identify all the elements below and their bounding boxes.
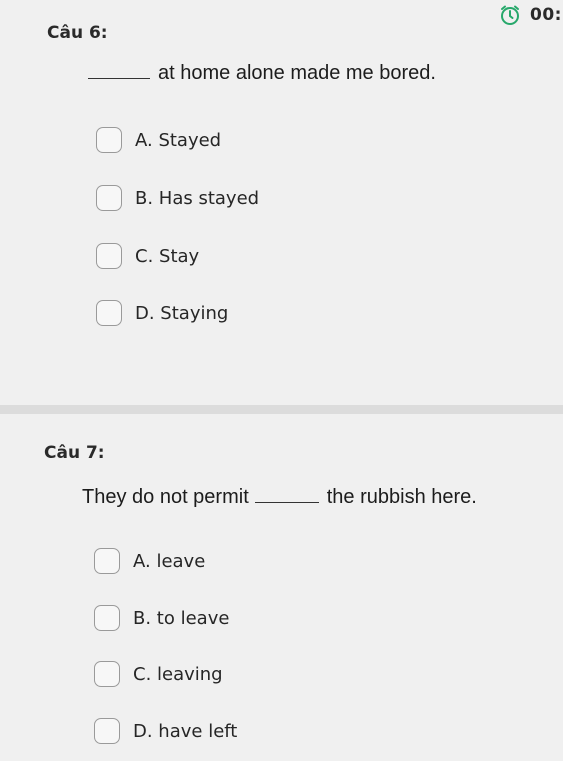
option-label: A. leave (133, 550, 206, 572)
option-label: A. Stayed (135, 129, 222, 151)
radio-button[interactable] (96, 185, 122, 211)
answer-blank (88, 60, 150, 79)
radio-button[interactable] (94, 548, 120, 574)
question-card-6: Câu 6: 00: at home alone made me bored. … (0, 0, 563, 405)
answer-blank (254, 484, 319, 503)
alarm-clock-icon (501, 5, 519, 25)
option-label: B. Has stayed (135, 187, 260, 209)
radio-button[interactable] (96, 300, 122, 326)
question-number: Câu 6: (47, 23, 108, 43)
option-b[interactable]: B. Has stayed (96, 185, 259, 211)
timer-text: 00: (530, 5, 562, 25)
prompt-text-after: the rubbish here. (326, 486, 477, 508)
prompt-text-after: at home alone made me bored. (158, 62, 436, 84)
radio-button[interactable] (94, 661, 120, 687)
option-d[interactable]: D. Staying (96, 300, 228, 326)
option-label: D. Staying (135, 302, 229, 324)
option-label: B. to leave (133, 607, 230, 629)
radio-button[interactable] (96, 243, 122, 269)
question-card-7: Câu 7: They do not permit the rubbish her… (0, 414, 563, 761)
question-number: Câu 7: (44, 443, 105, 463)
option-label: C. leaving (133, 663, 223, 685)
question-prompt: They do not permit the rubbish here. (82, 484, 477, 509)
question-prompt: at home alone made me bored. (88, 60, 436, 85)
radio-button[interactable] (94, 605, 120, 631)
option-d[interactable]: D. have left (94, 718, 237, 744)
option-c[interactable]: C. Stay (96, 243, 199, 269)
option-label: C. Stay (135, 245, 200, 267)
timer: 00: (496, 4, 562, 26)
radio-button[interactable] (96, 127, 122, 153)
option-label: D. have left (133, 720, 238, 742)
option-c[interactable]: C. leaving (94, 661, 223, 687)
option-a[interactable]: A. Stayed (96, 127, 221, 153)
radio-button[interactable] (94, 718, 120, 744)
option-a[interactable]: A. leave (94, 548, 205, 574)
prompt-text-before: They do not permit (82, 486, 249, 508)
option-b[interactable]: B. to leave (94, 605, 229, 631)
